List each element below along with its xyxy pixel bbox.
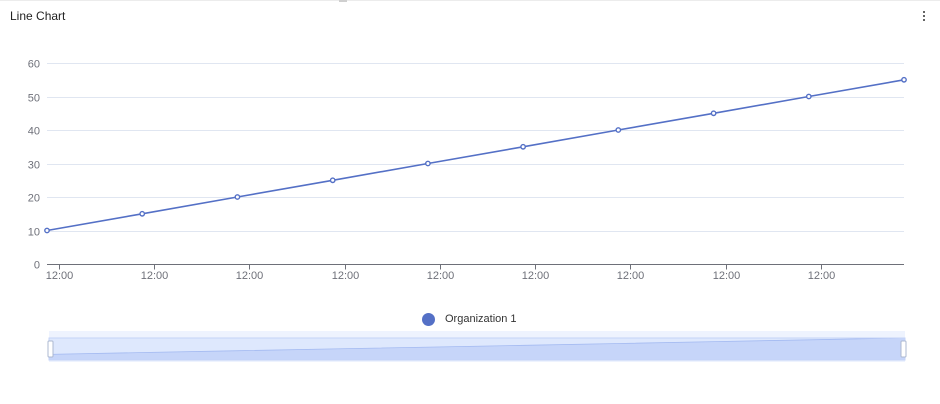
legend-marker (422, 312, 435, 326)
y-tick-label: 40 (28, 126, 40, 138)
data-point[interactable] (901, 76, 907, 83)
x-tick-label: 12:00 (332, 270, 360, 282)
data-point[interactable] (44, 227, 50, 234)
zoom-handle-left[interactable] (47, 340, 54, 358)
zoom-handle-right[interactable] (900, 340, 907, 358)
x-tick-label: 12:00 (427, 270, 455, 282)
data-point[interactable] (424, 160, 431, 167)
series-line (46, 79, 905, 232)
x-tick-label: 12:00 (46, 270, 74, 282)
x-tick-label: 12:00 (236, 270, 264, 282)
y-tick-label: 0 (34, 260, 40, 272)
y-tick-label: 30 (28, 160, 40, 172)
data-point[interactable] (805, 93, 812, 100)
x-tick-label: 12:00 (808, 270, 836, 282)
x-tick-label: 12:00 (617, 270, 645, 282)
x-tick-label: 12:00 (713, 270, 741, 282)
data-point[interactable] (710, 110, 717, 117)
data-point[interactable] (329, 177, 336, 184)
data-point[interactable] (520, 143, 526, 150)
y-tick-label: 20 (28, 193, 40, 205)
zoom-selection[interactable] (48, 337, 906, 361)
data-point[interactable] (615, 127, 622, 133)
data-point[interactable] (139, 210, 146, 217)
x-tick-label: 12:00 (141, 270, 169, 282)
line-chart: 0 10 20 30 40 50 60 12:00 12:00 12:00 12:00 12:00 12… (28, 59, 907, 362)
legend-label: Organization 1 (445, 313, 517, 325)
x-tick-label: 12:00 (522, 270, 550, 282)
y-tick-label: 10 (28, 227, 40, 239)
data-point[interactable] (234, 194, 241, 200)
legend-item-organization-1[interactable]: Organization 1 (422, 311, 517, 327)
y-tick-label: 50 (28, 93, 40, 105)
y-tick-label: 60 (28, 59, 40, 71)
